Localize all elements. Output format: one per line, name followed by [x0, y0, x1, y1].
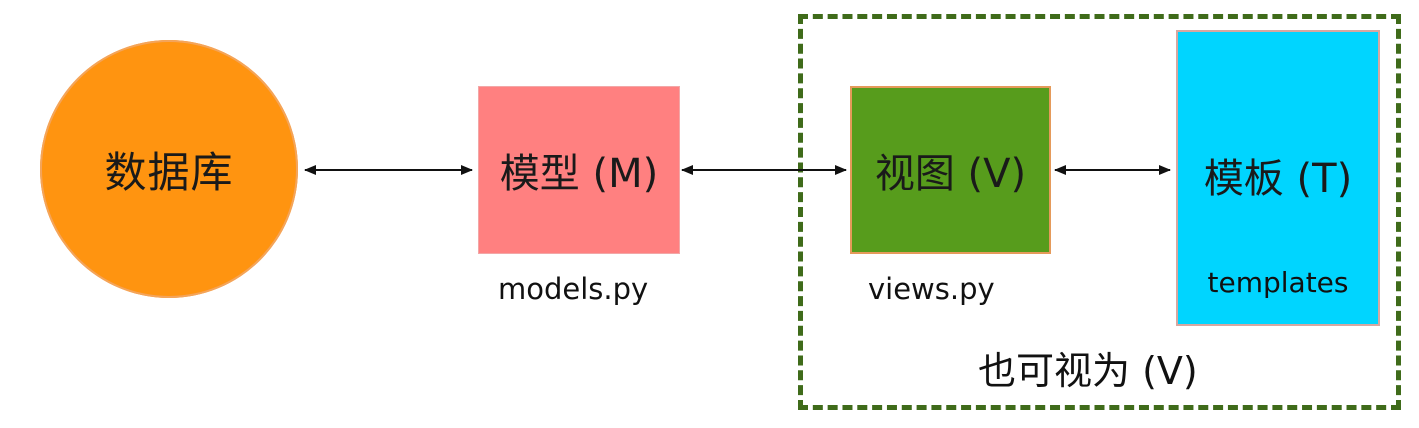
database-label: 数据库: [104, 147, 234, 197]
template-caption: templates: [1207, 266, 1349, 299]
model-caption: models.py: [498, 272, 649, 306]
view-caption: views.py: [868, 272, 995, 306]
view-node: 视图 (V): [850, 86, 1051, 254]
model-label: 模型 (M): [499, 151, 659, 197]
template-node: 模板 (T) templates: [1176, 30, 1380, 326]
template-label: 模板 (T): [1203, 156, 1353, 202]
group-label: 也可视为 (V): [978, 349, 1198, 393]
mvc-diagram: 数据库 模型 (M) models.py 视图 (V) views.py 模板 …: [0, 0, 1419, 428]
model-node: 模型 (M): [478, 86, 680, 254]
view-label: 视图 (V): [874, 151, 1027, 197]
database-node: 数据库: [40, 40, 298, 298]
